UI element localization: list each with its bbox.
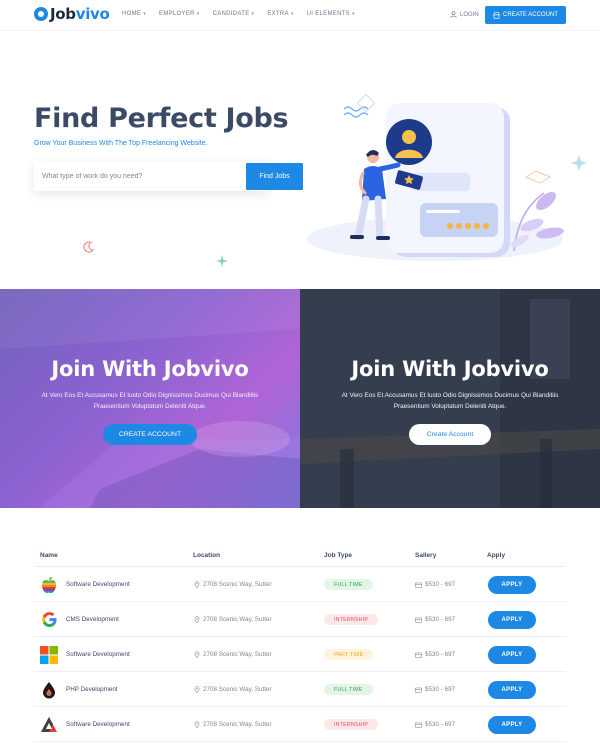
header-salary: Sallery	[415, 552, 437, 559]
banner-left-title: Join With Jobvivo	[51, 357, 249, 381]
hero-illustration	[307, 93, 587, 261]
header-apply: Apply	[487, 552, 506, 559]
wallet-icon	[415, 722, 422, 728]
header-job-type: Job Type	[324, 552, 353, 559]
chevron-down-icon: ▾	[143, 11, 147, 17]
triangle-logo-icon	[40, 716, 58, 734]
hero-title: Find Perfect Jobs	[34, 103, 289, 134]
job-salary: $530 - 697	[425, 686, 456, 693]
apply-button[interactable]: APPLY	[488, 715, 536, 734]
map-pin-icon	[194, 581, 200, 588]
apply-button[interactable]: APPLY	[488, 610, 536, 629]
join-banner-right: Join With Jobvivo At Vero Eos Et Accusam…	[300, 289, 600, 508]
job-location: 2708 Scenic Way, Sutter	[203, 686, 272, 693]
job-salary: $530 - 697	[425, 616, 456, 623]
apply-button[interactable]: APPLY	[488, 575, 536, 594]
wallet-icon	[415, 652, 422, 658]
microsoft-logo-icon	[40, 645, 58, 664]
job-type-badge: PART TIME	[324, 649, 374, 660]
chevron-down-icon: ▾	[290, 11, 294, 17]
job-location: 2708 Scenic Way, Sutter	[203, 581, 272, 588]
hero-subtitle: Grow Your Business With The Top Freelanc…	[34, 140, 208, 147]
banner-left-text: At Vero Eos Et Accusamus Et Iusto Odio D…	[41, 392, 259, 410]
menu-item-employer[interactable]: EMPLOYER ▾	[159, 11, 200, 17]
job-type-badge: INTERNSHIP	[324, 719, 379, 730]
apply-button[interactable]: APPLY	[488, 680, 536, 699]
table-header: Name Location Job Type Sallery Apply	[34, 545, 566, 567]
job-location: 2708 Scenic Way, Sutter	[203, 616, 272, 623]
logo-text: Jobvivo	[50, 5, 110, 23]
map-pin-icon	[194, 721, 200, 728]
table-row: CMS Development 2708 Scenic Way, Sutter …	[34, 602, 566, 637]
menu-item-candidate[interactable]: CANDIDATE ▾	[213, 11, 255, 17]
find-jobs-button[interactable]: Find Jobs	[246, 163, 303, 190]
main-menu: HOME ▾ EMPLOYER ▾ CANDIDATE ▾ EXTRA ▾ UI ELE…	[122, 11, 355, 17]
job-type-badge: FULL TIME	[324, 579, 373, 590]
php-drop-logo-icon	[40, 681, 58, 699]
store-icon	[493, 11, 500, 19]
job-title[interactable]: CMS Development	[66, 616, 119, 623]
wallet-icon	[415, 617, 422, 623]
join-banner-left: Join With Jobvivo At Vero Eos Et Accusam…	[0, 289, 300, 508]
user-icon	[450, 11, 457, 18]
job-location: 2708 Scenic Way, Sutter	[203, 721, 272, 728]
header-location: Location	[193, 552, 221, 559]
banner-right-text: At Vero Eos Et Accusamus Et Iusto Odio D…	[341, 392, 559, 410]
job-salary: $530 - 697	[425, 581, 456, 588]
job-title[interactable]: Software Development	[66, 721, 130, 728]
header-name: Name	[40, 552, 58, 559]
chevron-down-icon: ▾	[251, 11, 255, 17]
table-row: PHP Development 2708 Scenic Way, Sutter …	[34, 672, 566, 707]
jobvivo-logo[interactable]: Jobvivo	[34, 5, 110, 23]
banner-create-account-outline-button[interactable]: Create Account	[409, 424, 491, 445]
table-row: Software Development 2708 Scenic Way, Su…	[34, 567, 566, 602]
job-search-box: Find Jobs	[34, 161, 303, 191]
job-salary: $530 - 697	[425, 651, 456, 658]
menu-item-ui-elements[interactable]: UI ELEMENTS ▾	[307, 11, 355, 17]
top-navbar: Jobvivo HOME ▾ EMPLOYER ▾ CANDIDATE ▾ EXTRA…	[0, 0, 600, 31]
chevron-down-icon: ▾	[351, 11, 355, 17]
banner-create-account-button[interactable]: CREATE ACCOUNT	[103, 424, 197, 445]
table-row: Software Development 2708 Scenic Way, Su…	[34, 637, 566, 672]
chevron-down-icon: ▾	[196, 11, 200, 17]
map-pin-icon	[194, 651, 200, 658]
sparkle-icon	[216, 255, 228, 267]
banner-right-title: Join With Jobvivo	[351, 357, 549, 381]
map-pin-icon	[194, 686, 200, 693]
map-pin-icon	[194, 616, 200, 623]
job-location: 2708 Scenic Way, Sutter	[203, 651, 272, 658]
moon-icon	[83, 241, 95, 253]
logo-search-icon	[34, 7, 48, 21]
wallet-icon	[415, 582, 422, 588]
menu-item-home[interactable]: HOME ▾	[122, 11, 146, 17]
hero-section: Find Perfect Jobs Grow Your Business Wit…	[0, 31, 600, 289]
job-title[interactable]: Software Development	[66, 581, 130, 588]
apply-button[interactable]: APPLY	[488, 645, 536, 664]
login-link[interactable]: LOGIN	[450, 11, 479, 18]
job-type-badge: FULL TIME	[324, 684, 373, 695]
job-title[interactable]: Software Development	[66, 651, 130, 658]
table-row: Software Development 2708 Scenic Way, Su…	[34, 707, 566, 742]
job-title[interactable]: PHP Development	[66, 686, 118, 693]
create-account-button[interactable]: CREATE ACCOUNT	[485, 6, 566, 24]
wallet-icon	[415, 687, 422, 693]
job-type-badge: INTERNSHIP	[324, 614, 379, 625]
search-input[interactable]	[34, 161, 212, 191]
apple-logo-icon	[40, 576, 58, 594]
menu-item-extra[interactable]: EXTRA ▾	[267, 11, 293, 17]
job-salary: $530 - 697	[425, 721, 456, 728]
google-logo-icon	[40, 611, 58, 629]
